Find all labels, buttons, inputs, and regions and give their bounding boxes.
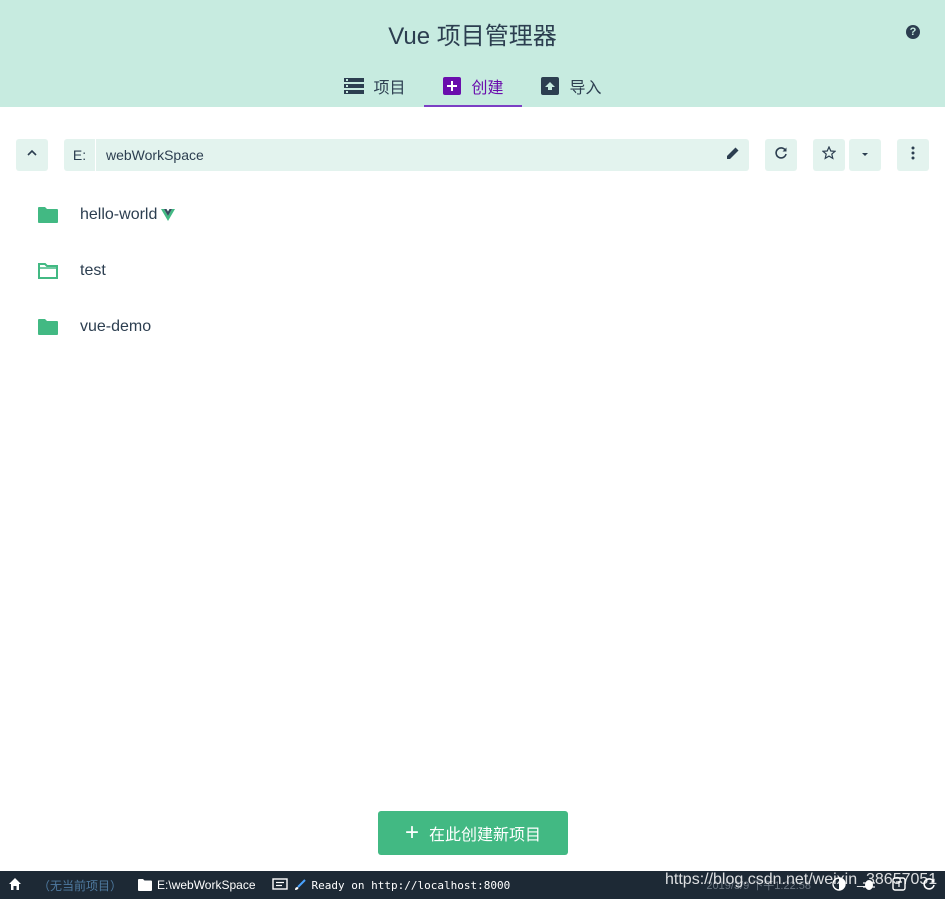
folder-item-hello-world[interactable]: hello-world [0, 187, 945, 243]
chevron-up-icon [26, 146, 38, 164]
create-project-label: 在此创建新项目 [429, 827, 542, 844]
folder-filled-icon [38, 319, 58, 335]
header-bar: Vue 项目管理器 ? 项目 创建 导入 [0, 0, 945, 107]
tab-create[interactable]: 创建 [423, 64, 522, 107]
log-status[interactable]: Ready on http://localhost:8000 [264, 871, 519, 899]
folder-outline-icon [38, 263, 58, 279]
favorites-dropdown-button[interactable] [849, 139, 881, 171]
folder-icon [138, 879, 153, 891]
tab-projects-label: 项目 [373, 79, 406, 97]
edit-path-button[interactable] [717, 139, 749, 171]
cwd-text: E:\webWorkSpace [157, 878, 256, 892]
folder-list: hello-world test vue-demo [0, 187, 945, 355]
refresh-button[interactable] [765, 139, 797, 171]
tab-projects[interactable]: 项目 [326, 64, 424, 107]
refresh-icon [774, 146, 788, 165]
path-bar: E: webWorkSpace [64, 139, 749, 171]
folder-name: hello-world [80, 206, 158, 223]
create-project-here-button[interactable]: + 在此创建新项目 [378, 811, 568, 855]
tab-create-label: 创建 [471, 79, 504, 97]
unarchive-icon [540, 76, 560, 96]
favorite-button[interactable] [813, 139, 845, 171]
main-tabs: 项目 创建 导入 [0, 64, 945, 107]
watermark-text: https://blog.csdn.net/weixin_38657051 [665, 871, 938, 888]
tab-import-label: 导入 [569, 79, 602, 97]
pencil-icon [726, 146, 740, 165]
current-project-status[interactable]: （无当前项目） [30, 871, 130, 899]
more-options-button[interactable] [897, 139, 929, 171]
cwd-status[interactable]: E:\webWorkSpace [130, 871, 264, 899]
drive-segment[interactable]: E: [64, 139, 96, 171]
help-circle-icon[interactable]: ? [906, 25, 920, 39]
list-icon [343, 76, 364, 96]
home-icon [8, 877, 22, 894]
folder-name: vue-demo [80, 318, 152, 335]
add-box-icon [442, 76, 462, 96]
arrow-drop-down-icon [860, 146, 870, 164]
more-vertical-icon [911, 146, 915, 165]
plus-icon: + [404, 819, 419, 846]
folder-filled-icon [38, 207, 58, 223]
folder-name: test [80, 262, 106, 279]
folder-item-vue-demo[interactable]: vue-demo [0, 299, 945, 355]
vue-logo-icon [161, 209, 176, 221]
log-text: Ready on http://localhost:8000 [311, 878, 511, 892]
tab-import[interactable]: 导入 [522, 64, 620, 107]
page-title: Vue 项目管理器 [388, 23, 557, 50]
folder-up-button[interactable] [16, 139, 48, 171]
path-segment-webworkspace[interactable]: webWorkSpace [96, 147, 717, 163]
brush-icon [294, 879, 306, 891]
message-icon [271, 878, 288, 892]
star-outline-icon [821, 145, 837, 165]
home-button[interactable] [0, 871, 30, 899]
folder-item-test[interactable]: test [0, 243, 945, 299]
